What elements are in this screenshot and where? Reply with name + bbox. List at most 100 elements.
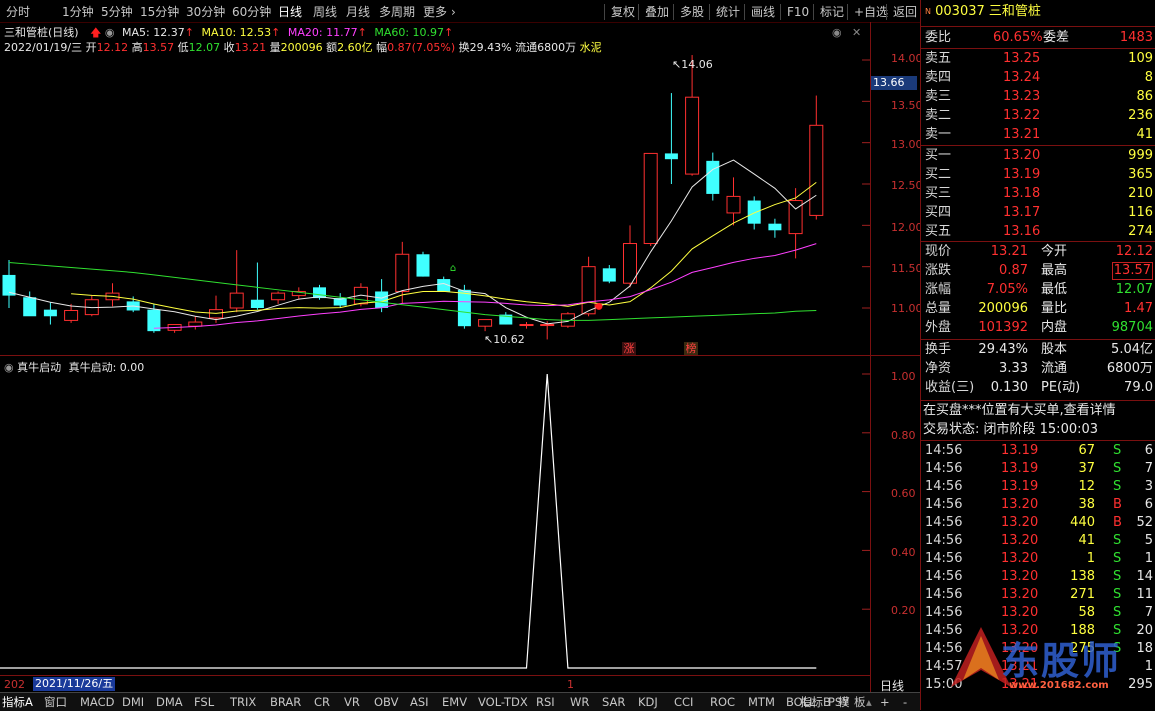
tab-trix[interactable]: TRIX — [230, 694, 256, 710]
back-button[interactable]: 返回 — [886, 4, 917, 20]
tab-indicator-b[interactable]: 指标B — [800, 694, 831, 710]
tab-monthly[interactable]: 月线 — [346, 4, 370, 20]
candlestick-chart[interactable]: ⌂ — [0, 22, 870, 355]
tab-mtm[interactable]: MTM — [748, 694, 775, 710]
tick-row[interactable]: 14:56 13.20 1 S 1 — [923, 550, 1153, 568]
candle[interactable] — [726, 177, 741, 226]
candle[interactable] — [167, 324, 182, 333]
tab-macd[interactable]: MACD — [80, 694, 114, 710]
draw-line-button[interactable]: 画线 — [744, 4, 775, 20]
candle[interactable] — [291, 287, 306, 300]
f10-button[interactable]: F10 — [780, 4, 809, 20]
tab-obv[interactable]: OBV — [374, 694, 398, 710]
stats-button[interactable]: 统计 — [709, 4, 740, 20]
tick-time: 14:56 — [925, 443, 963, 458]
tab-more[interactable]: 更多 — [423, 4, 447, 20]
tab-brar[interactable]: BRAR — [270, 694, 301, 710]
candle[interactable] — [581, 256, 596, 317]
fuquan-button[interactable]: 复权 — [604, 4, 635, 20]
ask-price: 13.23 — [1003, 89, 1041, 104]
tab-asi[interactable]: ASI — [410, 694, 429, 710]
tick-row[interactable]: 14:56 13.19 12 S 3 — [923, 478, 1153, 496]
tick-row[interactable]: 14:56 13.19 37 S 7 — [923, 460, 1153, 478]
candle[interactable] — [478, 319, 493, 332]
tab-dmi[interactable]: DMI — [122, 694, 144, 710]
dragon-tiger-tag[interactable]: 榜 — [684, 342, 698, 355]
tick-row[interactable]: 14:56 13.19 67 S 6 — [923, 442, 1153, 460]
stat-label: 流通 — [1041, 361, 1068, 376]
tab-1min[interactable]: 1分钟 — [62, 4, 94, 20]
candle[interactable] — [788, 188, 803, 259]
stock-code[interactable]: 003037 — [935, 4, 985, 19]
multi-stock-button[interactable]: 多股 — [673, 4, 704, 20]
tick-row[interactable]: 14:56 13.20 41 S 5 — [923, 532, 1153, 550]
bid-row: 买五 13.16 274 — [923, 223, 1153, 241]
indicator-tick: 0.40 — [891, 546, 916, 559]
tab-vr[interactable]: VR — [344, 694, 360, 710]
tick-row[interactable]: 14:56 13.20 440 B 52 — [923, 514, 1153, 532]
tick-row[interactable]: 14:56 13.20 138 S 14 — [923, 568, 1153, 586]
tab-daily[interactable]: 日线 — [278, 4, 302, 20]
candle[interactable] — [643, 152, 658, 246]
tab-rsi[interactable]: RSI — [536, 694, 555, 710]
candle[interactable] — [229, 250, 244, 313]
candle[interactable] — [499, 312, 513, 325]
candle[interactable] — [519, 322, 534, 329]
candle[interactable] — [105, 283, 120, 307]
candle[interactable] — [333, 293, 347, 308]
candle[interactable] — [809, 95, 824, 220]
candle[interactable] — [416, 251, 430, 277]
candle[interactable] — [43, 302, 57, 325]
candle[interactable] — [250, 262, 264, 310]
tab-cci[interactable]: CCI — [674, 694, 693, 710]
tabs-more-icon[interactable]: ▴ — [866, 694, 872, 710]
tab-wr[interactable]: WR — [570, 694, 589, 710]
add-favorite-button[interactable]: +自选 — [847, 4, 888, 20]
tab-60min[interactable]: 60分钟 — [232, 4, 271, 20]
candle[interactable] — [84, 295, 99, 317]
tab-指标a[interactable]: 指标A — [2, 694, 33, 710]
tab-dma[interactable]: DMA — [156, 694, 183, 710]
overlay-button[interactable]: 叠加 — [638, 4, 669, 20]
chevron-right-icon[interactable]: › — [451, 4, 456, 20]
tab-emv[interactable]: EMV — [442, 694, 467, 710]
tab-15min[interactable]: 15分钟 — [140, 4, 179, 20]
tick-count: 11 — [1136, 587, 1153, 602]
tab-template[interactable]: 模 — [838, 694, 850, 710]
tab-cr[interactable]: CR — [314, 694, 330, 710]
limit-up-tag[interactable]: 涨 — [622, 342, 636, 355]
tick-row[interactable]: 14:56 13.20 58 S 7 — [923, 604, 1153, 622]
price-tick: 12.00 — [891, 221, 923, 234]
tab-5min[interactable]: 5分钟 — [101, 4, 133, 20]
tab-multi-period[interactable]: 多周期 — [379, 4, 415, 20]
zoom-in-button[interactable]: + — [880, 694, 890, 710]
tab-vol-tdx[interactable]: VOL-TDX — [478, 694, 528, 710]
big-order-notice[interactable]: 在买盘***位置有大买单,查看详情 — [923, 402, 1155, 420]
indicator-chart[interactable] — [0, 356, 870, 675]
candle[interactable] — [664, 93, 678, 184]
candle[interactable] — [602, 265, 616, 284]
candle[interactable] — [706, 152, 720, 201]
candle[interactable] — [271, 291, 286, 304]
mark-button[interactable]: 标记 — [813, 4, 844, 20]
tab-panel[interactable]: 板 — [854, 694, 866, 710]
tab-weekly[interactable]: 周线 — [313, 4, 337, 20]
tab-sar[interactable]: SAR — [602, 694, 625, 710]
candle[interactable] — [768, 218, 782, 238]
candle[interactable] — [2, 260, 16, 308]
candle[interactable] — [685, 55, 700, 176]
tab-fsl[interactable]: FSL — [194, 694, 214, 710]
candle[interactable] — [23, 291, 37, 317]
tick-row[interactable]: 14:56 13.20 38 B 6 — [923, 496, 1153, 514]
tab-30min[interactable]: 30分钟 — [186, 4, 225, 20]
stock-name[interactable]: 三和管桩 — [989, 4, 1041, 19]
tab-roc[interactable]: ROC — [710, 694, 735, 710]
tab-kdj[interactable]: KDJ — [638, 694, 658, 710]
stat-row: 外盘 101392 内盘 98704 — [923, 319, 1153, 337]
zoom-out-button[interactable]: - — [903, 694, 907, 710]
tab-窗口[interactable]: 窗口 — [44, 694, 67, 710]
tab-fenshi[interactable]: 分时 — [6, 4, 30, 20]
candle[interactable] — [188, 316, 203, 330]
ask-label: 卖一 — [925, 127, 952, 142]
tick-row[interactable]: 14:56 13.20 271 S 11 — [923, 586, 1153, 604]
